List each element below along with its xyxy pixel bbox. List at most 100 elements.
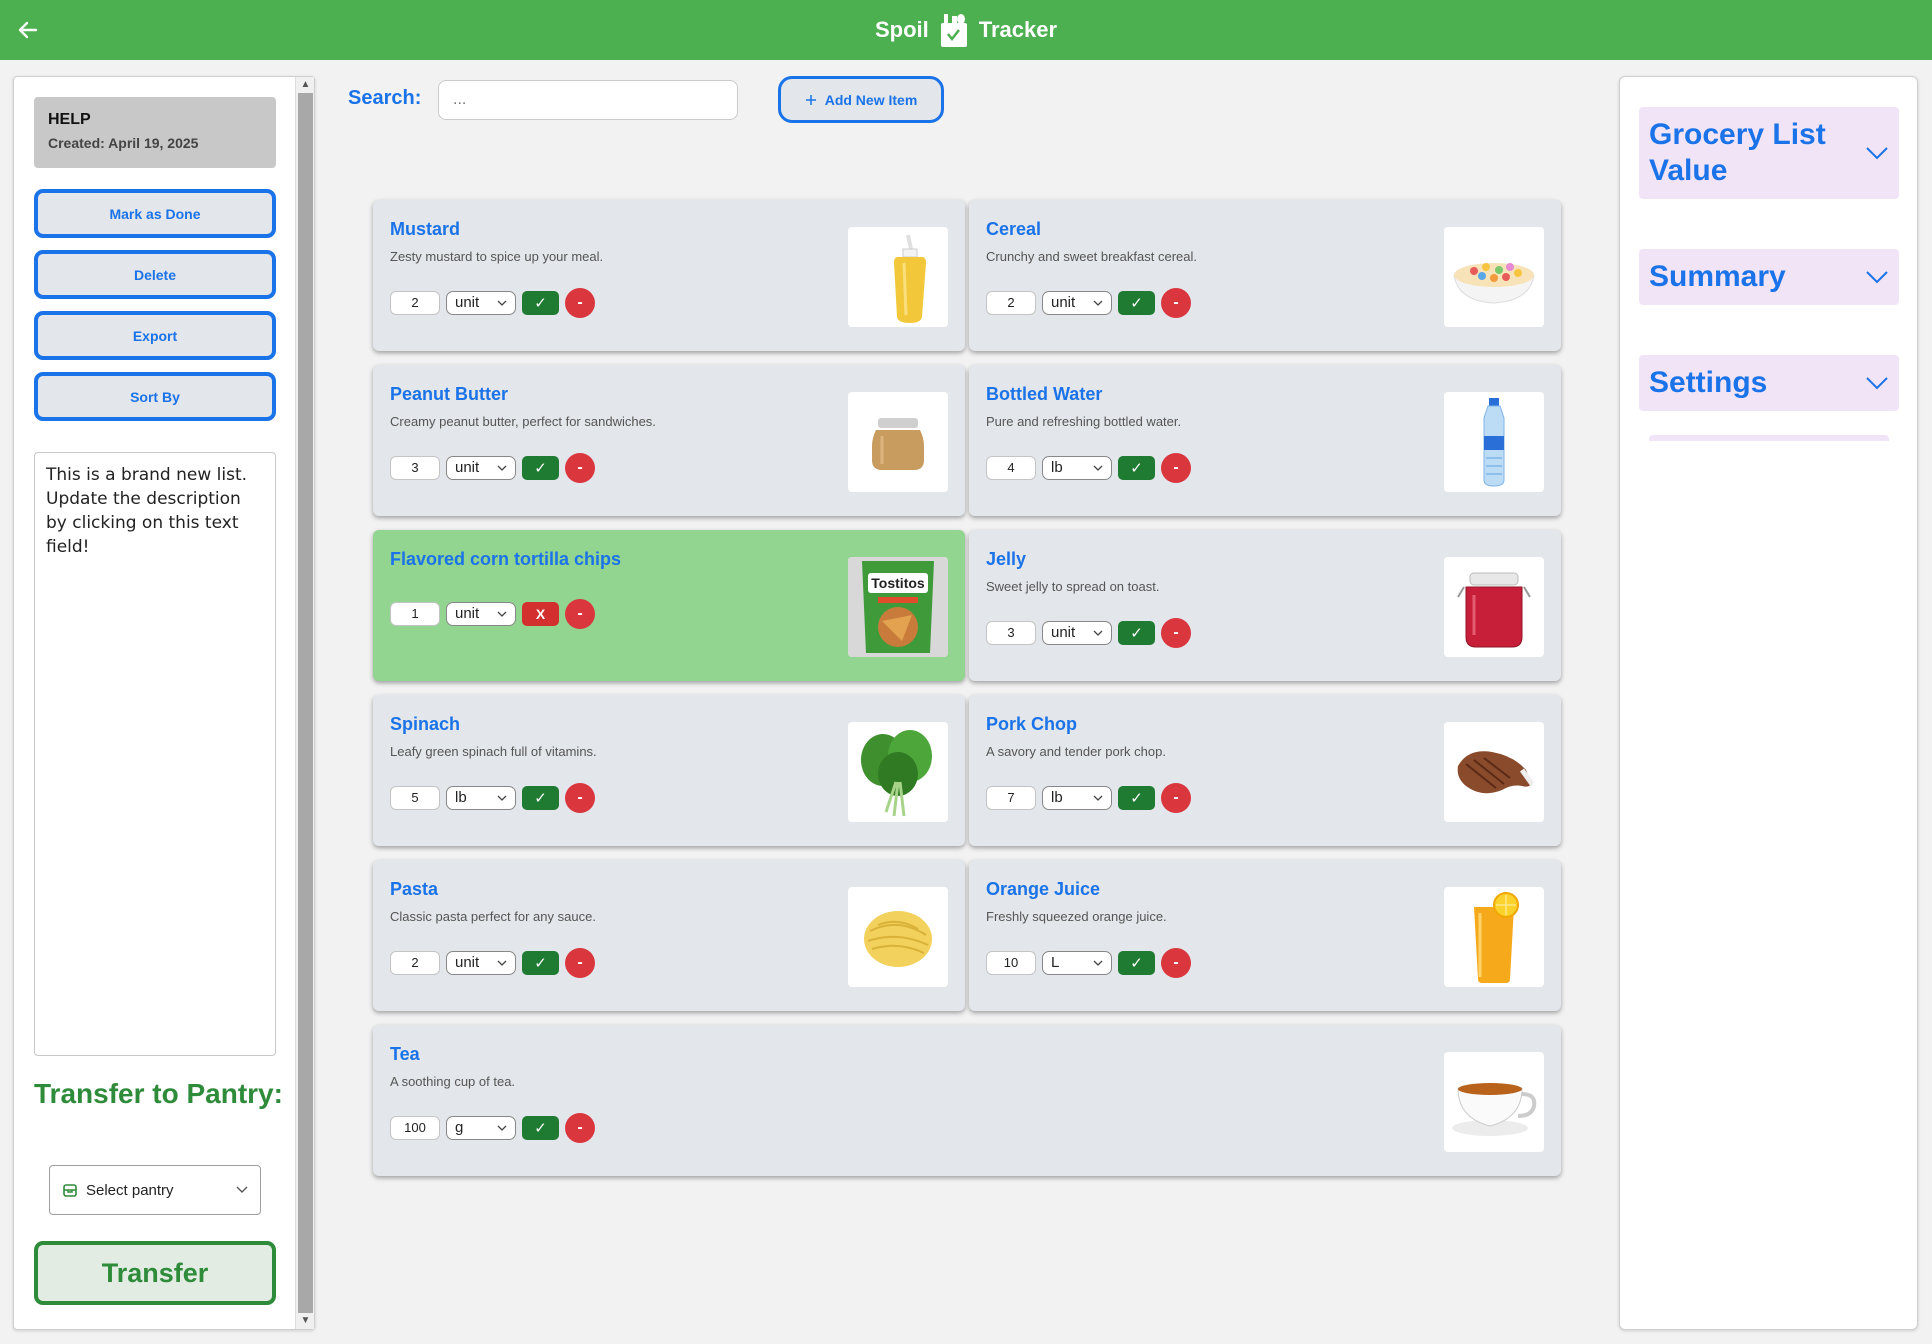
- unit-select[interactable]: unit: [1042, 291, 1112, 315]
- accordion-settings[interactable]: Settings: [1639, 355, 1899, 411]
- list-description-field[interactable]: This is a brand new list. Update the des…: [34, 452, 276, 1056]
- sidebar-scrollbar[interactable]: ▲ ▼: [295, 77, 314, 1329]
- pantry-select-label: Select pantry: [86, 1181, 174, 1199]
- quantity-input[interactable]: 5: [390, 786, 440, 810]
- check-button[interactable]: ✓: [522, 1116, 559, 1140]
- item-title: Bottled Water: [986, 384, 1103, 404]
- search-input[interactable]: [438, 80, 738, 120]
- item-description: Zesty mustard to spice up your meal.: [390, 249, 604, 264]
- check-button[interactable]: ✓: [1118, 291, 1155, 315]
- remove-button[interactable]: -: [565, 599, 595, 629]
- check-button[interactable]: ✓: [522, 456, 559, 480]
- accordion-summary[interactable]: Summary: [1639, 249, 1899, 305]
- unit-select[interactable]: g: [446, 1116, 516, 1140]
- chevron-down-icon: [497, 465, 507, 471]
- quantity-input[interactable]: 3: [390, 456, 440, 480]
- quantity-input[interactable]: 10: [986, 951, 1036, 975]
- chevron-down-icon: [1866, 147, 1888, 160]
- unit-select[interactable]: lb: [1042, 786, 1112, 810]
- remove-button[interactable]: -: [1161, 453, 1191, 483]
- item-card-pasta[interactable]: Pasta Classic pasta perfect for any sauc…: [373, 860, 965, 1011]
- accordion-grocery-list-value[interactable]: Grocery List Value: [1639, 107, 1899, 199]
- tea-image: [1444, 1052, 1544, 1152]
- pasta-image: [848, 887, 948, 987]
- quantity-input[interactable]: 2: [986, 291, 1036, 315]
- scroll-down-icon[interactable]: ▼: [296, 1313, 315, 1329]
- item-description: Crunchy and sweet breakfast cereal.: [986, 249, 1197, 264]
- item-title: Orange Juice: [986, 879, 1101, 899]
- chevron-down-icon: [1093, 795, 1103, 801]
- quantity-input[interactable]: 2: [390, 951, 440, 975]
- remove-button[interactable]: -: [1161, 948, 1191, 978]
- quantity-input[interactable]: 7: [986, 786, 1036, 810]
- transfer-button[interactable]: Transfer: [34, 1241, 276, 1305]
- search-label: Search:: [348, 87, 422, 109]
- item-card-mustard[interactable]: Mustard Zesty mustard to spice up your m…: [373, 200, 965, 351]
- check-button[interactable]: ✓: [1118, 621, 1155, 645]
- remove-button[interactable]: -: [565, 1113, 595, 1143]
- item-card-jelly[interactable]: Jelly Sweet jelly to spread on toast. 3 …: [969, 530, 1561, 681]
- help-title: HELP: [48, 111, 91, 128]
- quantity-input[interactable]: 2: [390, 291, 440, 315]
- unit-value: unit: [455, 459, 480, 476]
- pantry-box-icon: [63, 1184, 77, 1197]
- quantity-input[interactable]: 100: [390, 1116, 440, 1140]
- quantity-input[interactable]: 1: [390, 602, 440, 626]
- item-description: Classic pasta perfect for any sauce.: [390, 909, 596, 924]
- created-date: Created: April 19, 2025: [48, 135, 199, 151]
- chevron-down-icon: [1866, 377, 1888, 390]
- scroll-up-icon[interactable]: ▲: [296, 77, 315, 93]
- orange-juice-image: [1444, 887, 1544, 987]
- unit-select[interactable]: unit: [446, 456, 516, 480]
- item-title: Spinach: [390, 714, 461, 734]
- remove-button[interactable]: -: [565, 288, 595, 318]
- check-button[interactable]: ✓: [522, 951, 559, 975]
- export-button[interactable]: Export: [34, 311, 276, 360]
- delete-button[interactable]: Delete: [34, 250, 276, 299]
- chevron-down-icon: [1093, 960, 1103, 966]
- item-title: Peanut Butter: [390, 384, 509, 404]
- unit-select[interactable]: unit: [446, 291, 516, 315]
- unit-select[interactable]: unit: [1042, 621, 1112, 645]
- plus-icon: [805, 94, 816, 105]
- item-card-bottled-water[interactable]: Bottled Water Pure and refreshing bottle…: [969, 365, 1561, 516]
- sort-by-button[interactable]: Sort By: [34, 372, 276, 421]
- scrollbar-thumb[interactable]: [298, 93, 313, 1313]
- top-bar: Spoil Tracker: [0, 0, 1932, 60]
- item-card-tortilla-chips[interactable]: Flavored corn tortilla chips 1 unit X - …: [373, 530, 965, 681]
- add-new-item-button[interactable]: Add New Item: [778, 76, 944, 123]
- uncheck-button[interactable]: X: [522, 602, 559, 626]
- unit-select[interactable]: unit: [446, 951, 516, 975]
- spinach-image: [848, 722, 948, 822]
- quantity-input[interactable]: 3: [986, 621, 1036, 645]
- unit-select[interactable]: lb: [446, 786, 516, 810]
- help-box[interactable]: HELP Created: April 19, 2025: [34, 97, 276, 168]
- item-card-pork-chop[interactable]: Pork Chop A savory and tender pork chop.…: [969, 695, 1561, 846]
- item-card-peanut-butter[interactable]: Peanut Butter Creamy peanut butter, perf…: [373, 365, 965, 516]
- check-button[interactable]: ✓: [1118, 786, 1155, 810]
- remove-button[interactable]: -: [565, 948, 595, 978]
- unit-select[interactable]: L: [1042, 951, 1112, 975]
- check-button[interactable]: ✓: [1118, 951, 1155, 975]
- remove-button[interactable]: -: [565, 453, 595, 483]
- remove-button[interactable]: -: [1161, 288, 1191, 318]
- mark-as-done-button[interactable]: Mark as Done: [34, 189, 276, 238]
- remove-button[interactable]: -: [1161, 618, 1191, 648]
- check-button[interactable]: ✓: [1118, 456, 1155, 480]
- chevron-down-icon: [497, 1125, 507, 1131]
- check-button[interactable]: ✓: [522, 291, 559, 315]
- check-button[interactable]: ✓: [522, 786, 559, 810]
- item-card-cereal[interactable]: Cereal Crunchy and sweet breakfast cerea…: [969, 200, 1561, 351]
- remove-button[interactable]: -: [565, 783, 595, 813]
- quantity-input[interactable]: 4: [986, 456, 1036, 480]
- chevron-down-icon: [497, 795, 507, 801]
- item-card-tea[interactable]: Tea A soothing cup of tea. 100 g ✓ -: [373, 1025, 1561, 1176]
- remove-button[interactable]: -: [1161, 783, 1191, 813]
- item-card-spinach[interactable]: Spinach Leafy green spinach full of vita…: [373, 695, 965, 846]
- item-card-orange-juice[interactable]: Orange Juice Freshly squeezed orange jui…: [969, 860, 1561, 1011]
- peanut-butter-image: [848, 392, 948, 492]
- cereal-image: [1444, 227, 1544, 327]
- pantry-select[interactable]: Select pantry: [49, 1165, 261, 1215]
- unit-select[interactable]: unit: [446, 602, 516, 626]
- unit-select[interactable]: lb: [1042, 456, 1112, 480]
